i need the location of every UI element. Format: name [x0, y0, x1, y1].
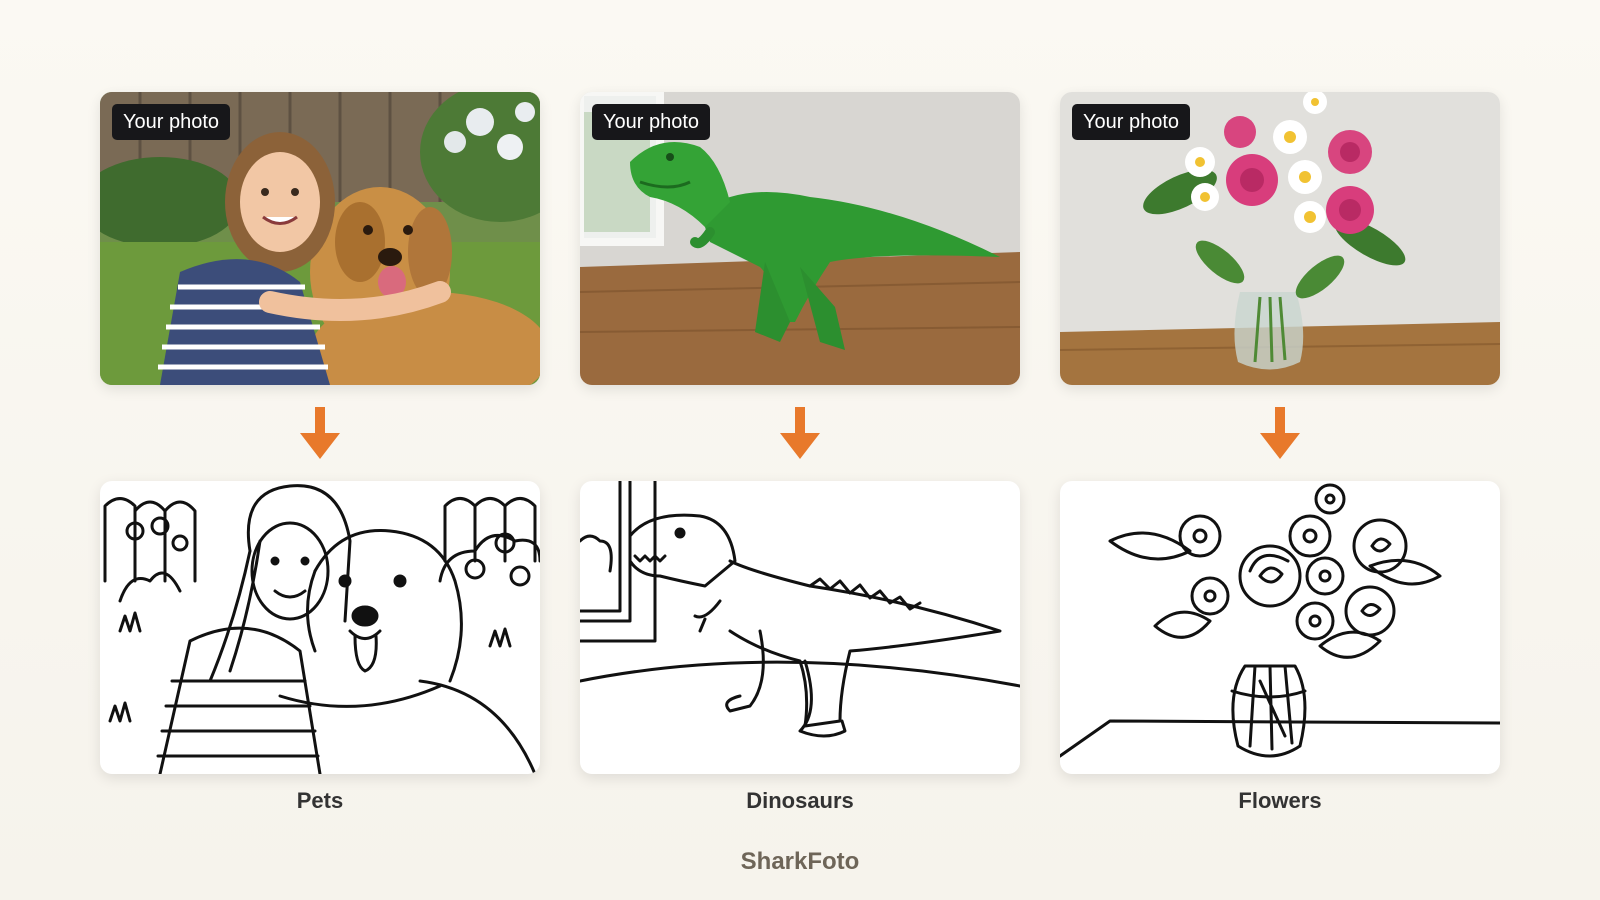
pets-photo-card[interactable]: Your photo [100, 92, 540, 385]
dinosaurs-photo-card[interactable]: Your photo [580, 92, 1020, 385]
caption-flowers: Flowers [1238, 788, 1322, 813]
flowers-line-art [1060, 483, 1500, 758]
caption-pets: Pets [296, 788, 344, 813]
dinosaurs-line-art [580, 481, 1020, 738]
dinosaurs-coloring-page[interactable] [580, 481, 1020, 774]
arrow-down-icon [300, 407, 340, 459]
your-photo-badge: Your photo [1072, 104, 1191, 140]
caption-dinosaurs: Dinosaurs [746, 788, 854, 813]
pets-coloring-page[interactable] [100, 481, 540, 774]
brand-name: SharkFoto [740, 848, 860, 875]
arrow-down-icon [780, 407, 820, 459]
pets-line-art [103, 484, 540, 774]
flowers-photo-card[interactable]: Your photo [1060, 92, 1500, 385]
your-photo-badge: Your photo [112, 104, 231, 140]
flowers-coloring-page[interactable] [1060, 481, 1500, 774]
arrow-down-icon [1260, 407, 1300, 459]
your-photo-badge: Your photo [592, 104, 711, 140]
